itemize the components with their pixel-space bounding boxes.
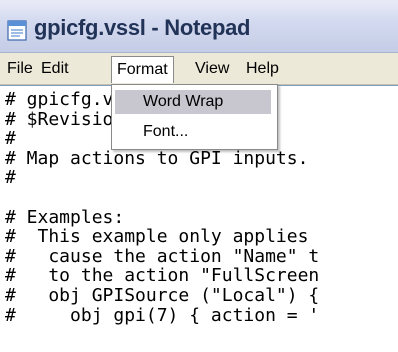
editor-line: # to the action "FullScreen xyxy=(5,265,320,287)
menu-file[interactable]: File xyxy=(2,56,38,81)
editor-line: # This example only applies xyxy=(5,226,309,248)
menu-format[interactable]: Format xyxy=(111,56,174,83)
editor-line: # Examples: xyxy=(5,206,125,228)
menu-bar: File Edit Format View Help xyxy=(0,53,398,85)
format-dropdown-menu: Word Wrap Font... xyxy=(111,84,278,150)
menu-edit[interactable]: Edit xyxy=(36,56,74,81)
notepad-icon xyxy=(7,20,27,41)
notepad-window: gpicfg.vssl - Notepad File Edit Format V… xyxy=(0,0,398,352)
editor-line xyxy=(5,188,319,208)
title-bar[interactable]: gpicfg.vssl - Notepad xyxy=(0,0,398,53)
window-title: gpicfg.vssl - Notepad xyxy=(34,15,251,40)
menu-item-font[interactable]: Font... xyxy=(115,120,271,144)
menu-help[interactable]: Help xyxy=(241,56,284,81)
menu-item-word-wrap[interactable]: Word Wrap xyxy=(115,90,271,114)
editor-line: # cause the action "Name" t xyxy=(5,245,320,267)
editor-line: # Map actions to GPI inputs. xyxy=(5,147,309,169)
menu-view[interactable]: View xyxy=(190,56,234,81)
editor-line: # xyxy=(5,167,16,189)
editor-line: # obj GPISource ("Local") { xyxy=(5,284,320,306)
editor-line: # obj gpi(7) { action = ' xyxy=(5,304,320,326)
